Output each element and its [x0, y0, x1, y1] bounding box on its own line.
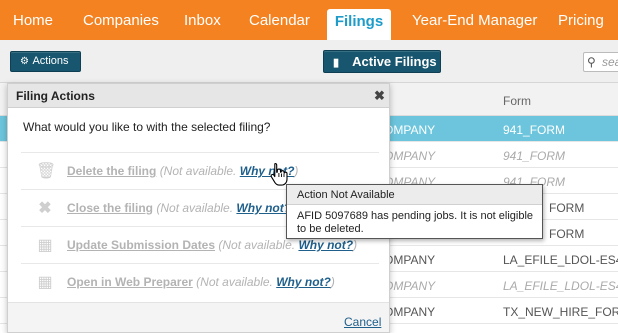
dialog-footer — [8, 302, 389, 332]
column-header-form[interactable]: Form — [503, 94, 531, 108]
why-not-link[interactable]: Why not? — [276, 275, 331, 289]
not-available-note: (Not available. — [196, 275, 273, 289]
cell-company: OMPANY — [384, 149, 436, 163]
actions-button[interactable]: ⚙ Actions — [10, 51, 81, 72]
cell-company: OMPANY — [384, 253, 436, 267]
nav-tab-pricing[interactable]: Pricing — [558, 0, 604, 40]
cell-form: 941_FORM — [503, 149, 566, 163]
cell-form: LA_EFILE_LDOL-ES4. — [503, 253, 618, 267]
cell-company: OMPANY — [384, 279, 436, 293]
delete-filing-link[interactable]: Delete the filing — [67, 164, 156, 178]
cancel-link[interactable]: Cancel — [344, 315, 381, 329]
search-input[interactable]: ⚲ sea — [583, 52, 618, 72]
file-icon: ▮ — [333, 57, 340, 69]
hand-pointer-icon — [270, 162, 288, 186]
gear-icon: ⚙ — [20, 56, 29, 67]
active-filings-button[interactable]: ▮ Active Filings — [323, 50, 441, 73]
actions-button-label: Actions — [32, 55, 69, 67]
table-icon: ▦ — [37, 274, 53, 291]
trash-icon: 🗑 — [36, 163, 57, 180]
nav-tab-calendar[interactable]: Calendar — [249, 0, 310, 40]
not-available-note: (Not available. — [156, 201, 234, 215]
action-not-available-tooltip: Action Not Available AFID 5097689 has pe… — [286, 184, 543, 239]
not-available-note: (Not available. — [159, 164, 237, 178]
not-available-note: (Not available. — [218, 238, 296, 252]
x-icon: ✖ — [38, 200, 52, 217]
cell-form: FORM — [549, 201, 585, 215]
tooltip-body: AFID 5097689 has pending jobs. It is not… — [297, 210, 534, 235]
cell-form: TX_NEW_HIRE_FORM — [503, 305, 618, 319]
toolbar: ⚙ Actions ▮ Active Filings ⚲ sea — [0, 40, 618, 83]
search-icon: ⚲ — [587, 55, 596, 69]
cell-form: 941_FORM — [503, 123, 566, 137]
dialog-title: Filing Actions — [16, 89, 95, 103]
search-placeholder: sea — [602, 55, 618, 69]
nav-tab-inbox[interactable]: Inbox — [184, 0, 221, 40]
cell-company: OMPANY — [384, 305, 436, 319]
tooltip-title: Action Not Available — [287, 185, 542, 205]
top-nav: Home Companies Inbox Calendar Filings Ye… — [0, 0, 618, 40]
update-submission-dates-link[interactable]: Update Submission Dates — [67, 238, 215, 252]
open-web-preparer-link[interactable]: Open in Web Preparer — [67, 275, 193, 289]
paren-close: ) — [353, 238, 358, 252]
active-filings-label: Active Filings — [352, 54, 437, 69]
cell-company: OMPANY — [384, 123, 436, 137]
why-not-link[interactable]: Why not? — [236, 201, 291, 215]
cell-form: LA_EFILE_LDOL-ES4. — [503, 279, 618, 293]
action-open-web-preparer: ▦ Open in Web Preparer (Not available. W… — [21, 263, 379, 300]
close-filing-link[interactable]: Close the filing — [67, 201, 153, 215]
why-not-link[interactable]: Why not? — [298, 238, 353, 252]
nav-tab-companies[interactable]: Companies — [83, 0, 159, 40]
cell-form: FORM — [549, 227, 585, 241]
calendar-icon: ▦ — [37, 237, 53, 254]
nav-tab-filings[interactable]: Filings — [327, 9, 391, 40]
dialog-question: What would you like to with the selected… — [23, 120, 271, 134]
paren-close: ) — [294, 164, 299, 178]
nav-tab-year-end-manager[interactable]: Year-End Manager — [412, 0, 537, 40]
nav-tab-home[interactable]: Home — [13, 0, 53, 40]
dialog-header: Filing Actions ✖ — [8, 84, 389, 108]
paren-close: ) — [330, 275, 335, 289]
close-icon[interactable]: ✖ — [374, 88, 385, 104]
